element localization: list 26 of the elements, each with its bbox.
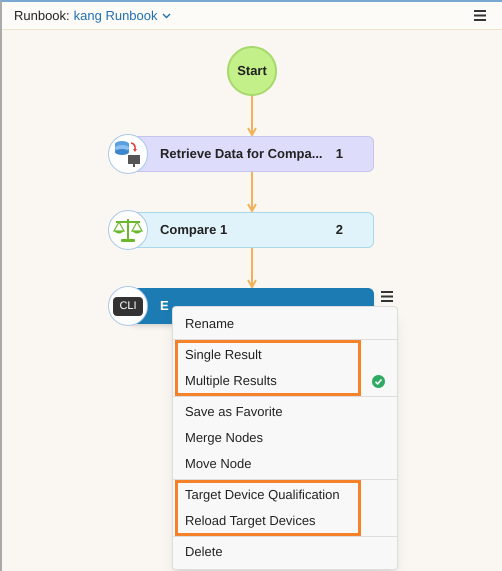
menu-item[interactable]: Multiple Results bbox=[173, 368, 397, 394]
menu-item[interactable]: Single Result bbox=[173, 342, 397, 368]
menu-icon[interactable] bbox=[474, 10, 486, 21]
connector-arrow bbox=[247, 96, 257, 136]
database-monitor-icon bbox=[114, 140, 142, 168]
menu-item[interactable]: Delete bbox=[173, 539, 397, 565]
node-number: 1 bbox=[336, 145, 343, 164]
node-label: Retrieve Data for Compa... bbox=[160, 145, 324, 164]
header-label: Runbook: bbox=[14, 6, 70, 25]
connector-arrow bbox=[247, 172, 257, 212]
menu-item[interactable]: Merge Nodes bbox=[173, 425, 397, 451]
menu-item[interactable]: Reload Target Devices bbox=[173, 508, 397, 534]
chevron-down-icon bbox=[162, 12, 170, 18]
scale-icon bbox=[113, 216, 143, 244]
node-number: 2 bbox=[336, 221, 343, 240]
cli-icon: CLI bbox=[113, 296, 143, 316]
menu-item[interactable]: Target Device Qualification bbox=[173, 482, 397, 508]
menu-item[interactable]: Rename bbox=[173, 311, 397, 337]
node-menu-icon[interactable] bbox=[381, 291, 393, 302]
menu-item[interactable]: Save as Favorite bbox=[173, 399, 397, 425]
start-node[interactable]: Start bbox=[227, 46, 277, 96]
menu-item[interactable]: Move Node bbox=[173, 451, 397, 477]
node-label: E bbox=[160, 297, 170, 316]
connector-arrow bbox=[247, 248, 257, 288]
runbook-dropdown[interactable]: kang Runbook bbox=[74, 6, 170, 26]
node-label: Compare 1 bbox=[160, 221, 228, 240]
